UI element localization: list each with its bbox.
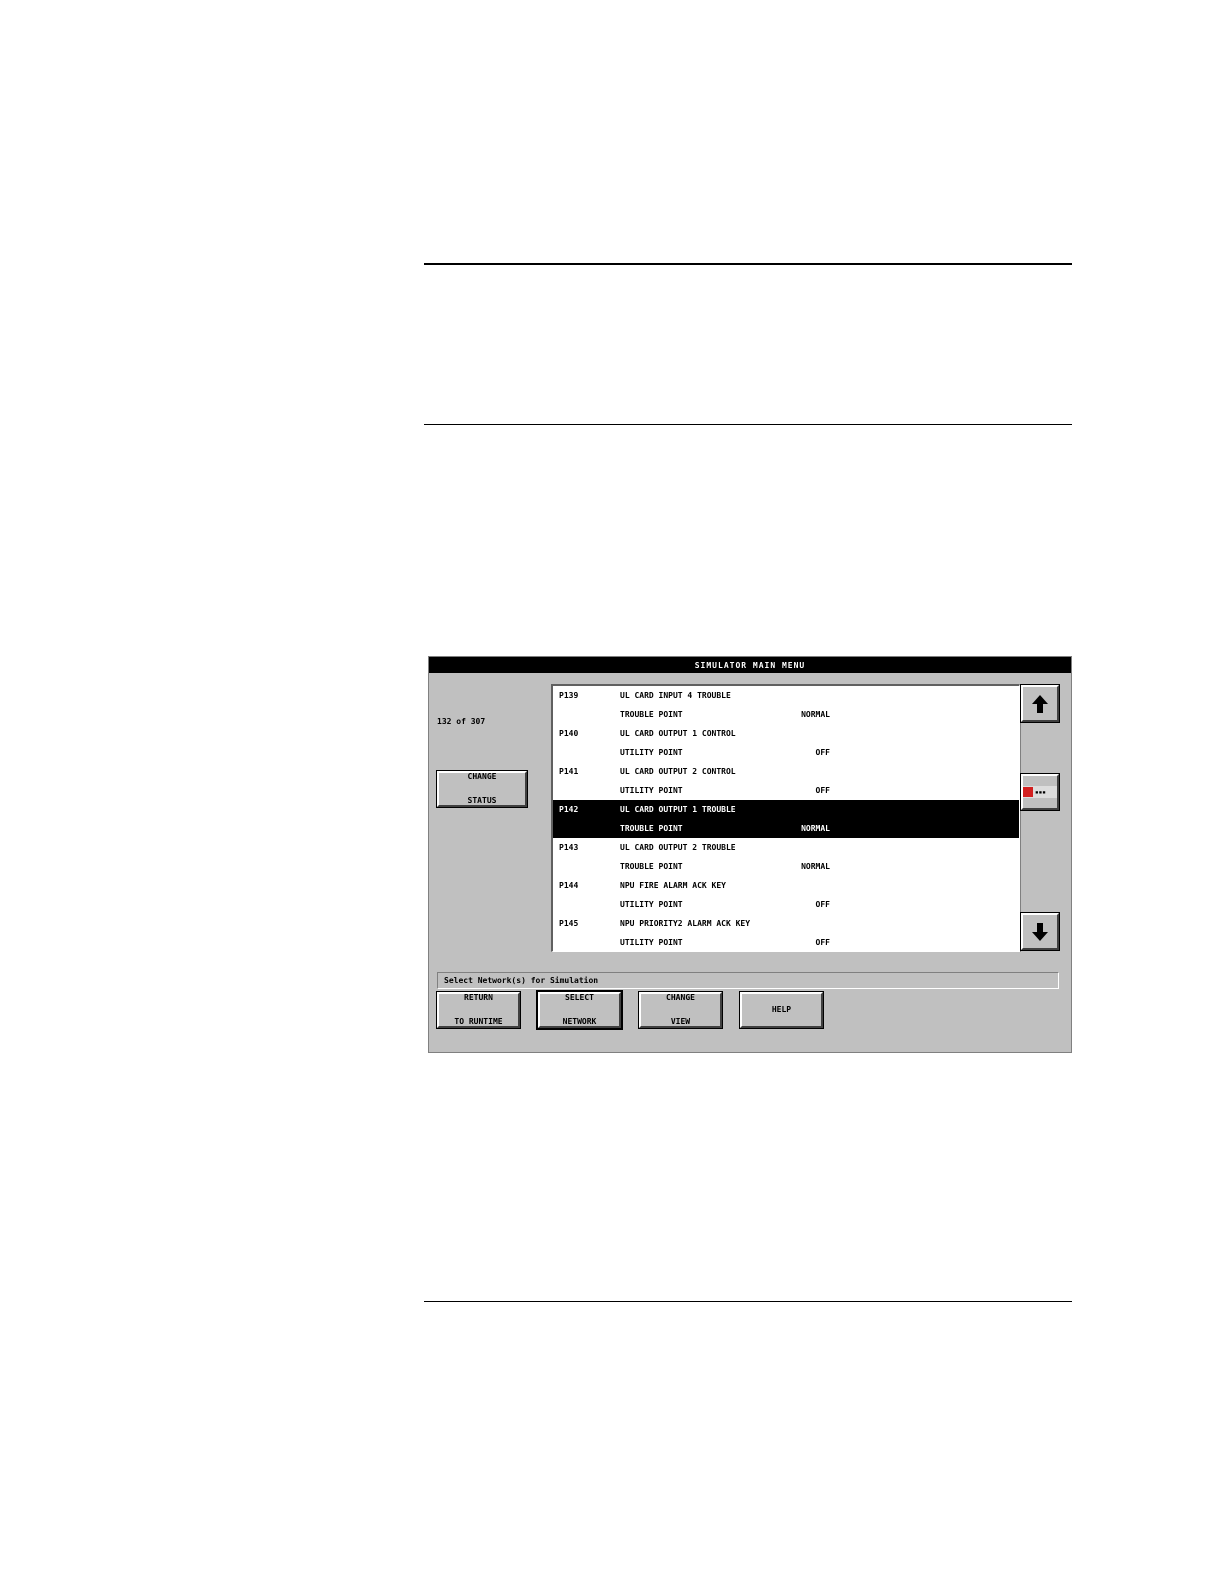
point-state: OFF: [815, 786, 830, 795]
point-name: UL CARD OUTPUT 1 CONTROL: [620, 729, 736, 738]
point-name: NPU FIRE ALARM ACK KEY: [620, 881, 726, 890]
return-to-runtime-button[interactable]: RETURN TO RUNTIME: [436, 991, 521, 1029]
list-item[interactable]: P143 UL CARD OUTPUT 2 TROUBLE TROUBLE PO…: [553, 838, 1019, 876]
list-item[interactable]: P145 NPU PRIORITY2 ALARM ACK KEY UTILITY…: [553, 914, 1019, 951]
point-list[interactable]: P139 UL CARD INPUT 4 TROUBLE TROUBLE POI…: [551, 684, 1020, 952]
point-type: TROUBLE POINT: [620, 824, 683, 833]
point-type: TROUBLE POINT: [620, 862, 683, 871]
list-item[interactable]: P140 UL CARD OUTPUT 1 CONTROL UTILITY PO…: [553, 724, 1019, 762]
point-type: UTILITY POINT: [620, 900, 683, 909]
point-type: UTILITY POINT: [620, 938, 683, 947]
select-network-line1: SELECT: [565, 993, 594, 1002]
change-status-button[interactable]: CHANGE STATUS: [436, 770, 528, 808]
change-view-button[interactable]: CHANGE VIEW: [638, 991, 723, 1029]
simulator-window: SIMULATOR MAIN MENU 132 of 307 CHANGE ST…: [428, 656, 1072, 1053]
point-type: UTILITY POINT: [620, 748, 683, 757]
bottom-divider: [424, 1301, 1072, 1302]
point-name: UL CARD OUTPUT 2 TROUBLE: [620, 843, 736, 852]
select-network-button[interactable]: SELECT NETWORK: [536, 990, 623, 1030]
list-item[interactable]: P141 UL CARD OUTPUT 2 CONTROL UTILITY PO…: [553, 762, 1019, 800]
point-name: UL CARD OUTPUT 2 CONTROL: [620, 767, 736, 776]
point-name: UL CARD OUTPUT 1 TROUBLE: [620, 805, 736, 814]
point-id: P141: [559, 767, 579, 776]
scroll-down-button[interactable]: [1020, 912, 1060, 951]
point-id: P139: [559, 691, 579, 700]
scroll-thumb[interactable]: ▪▪▪: [1020, 773, 1060, 811]
point-id: P145: [559, 919, 579, 928]
simplex-logo-icon: ▪▪▪: [1023, 786, 1057, 798]
point-state: OFF: [815, 900, 830, 909]
point-state: NORMAL: [801, 824, 830, 833]
section-divider: [424, 424, 1072, 425]
scroll-up-button[interactable]: [1020, 684, 1060, 723]
list-item[interactable]: P144 NPU FIRE ALARM ACK KEY UTILITY POIN…: [553, 876, 1019, 914]
change-view-line2: VIEW: [670, 1017, 691, 1026]
point-id: P144: [559, 881, 579, 890]
list-scrollbar[interactable]: ▪▪▪: [1020, 684, 1060, 952]
point-name: NPU PRIORITY2 ALARM ACK KEY: [620, 919, 751, 928]
window-title: SIMULATOR MAIN MENU: [429, 657, 1071, 673]
point-state: OFF: [815, 938, 830, 947]
help-button[interactable]: HELP: [739, 991, 824, 1029]
select-network-line2: NETWORK: [562, 1017, 597, 1026]
change-view-line1: CHANGE: [666, 993, 695, 1002]
help-label: HELP: [771, 1005, 792, 1014]
change-status-line1: CHANGE: [467, 772, 497, 781]
top-divider: [424, 263, 1072, 265]
point-state: NORMAL: [801, 710, 830, 719]
point-id: P142: [559, 805, 579, 814]
list-item[interactable]: P139 UL CARD INPUT 4 TROUBLE TROUBLE POI…: [553, 686, 1019, 724]
arrow-down-icon: [1032, 922, 1048, 941]
point-name: UL CARD INPUT 4 TROUBLE: [620, 691, 731, 700]
point-counter: 132 of 307: [437, 717, 486, 726]
point-state: NORMAL: [801, 862, 830, 871]
point-id: P143: [559, 843, 579, 852]
list-item-selected[interactable]: P142 UL CARD OUTPUT 1 TROUBLE TROUBLE PO…: [553, 800, 1019, 838]
point-type: UTILITY POINT: [620, 786, 683, 795]
arrow-up-icon: [1032, 694, 1048, 713]
return-line2: TO RUNTIME: [454, 1017, 503, 1026]
point-state: OFF: [815, 748, 830, 757]
change-status-line2: STATUS: [467, 796, 497, 805]
point-id: P140: [559, 729, 579, 738]
point-type: TROUBLE POINT: [620, 710, 683, 719]
status-message: Select Network(s) for Simulation: [437, 972, 1059, 989]
return-line1: RETURN: [464, 993, 493, 1002]
